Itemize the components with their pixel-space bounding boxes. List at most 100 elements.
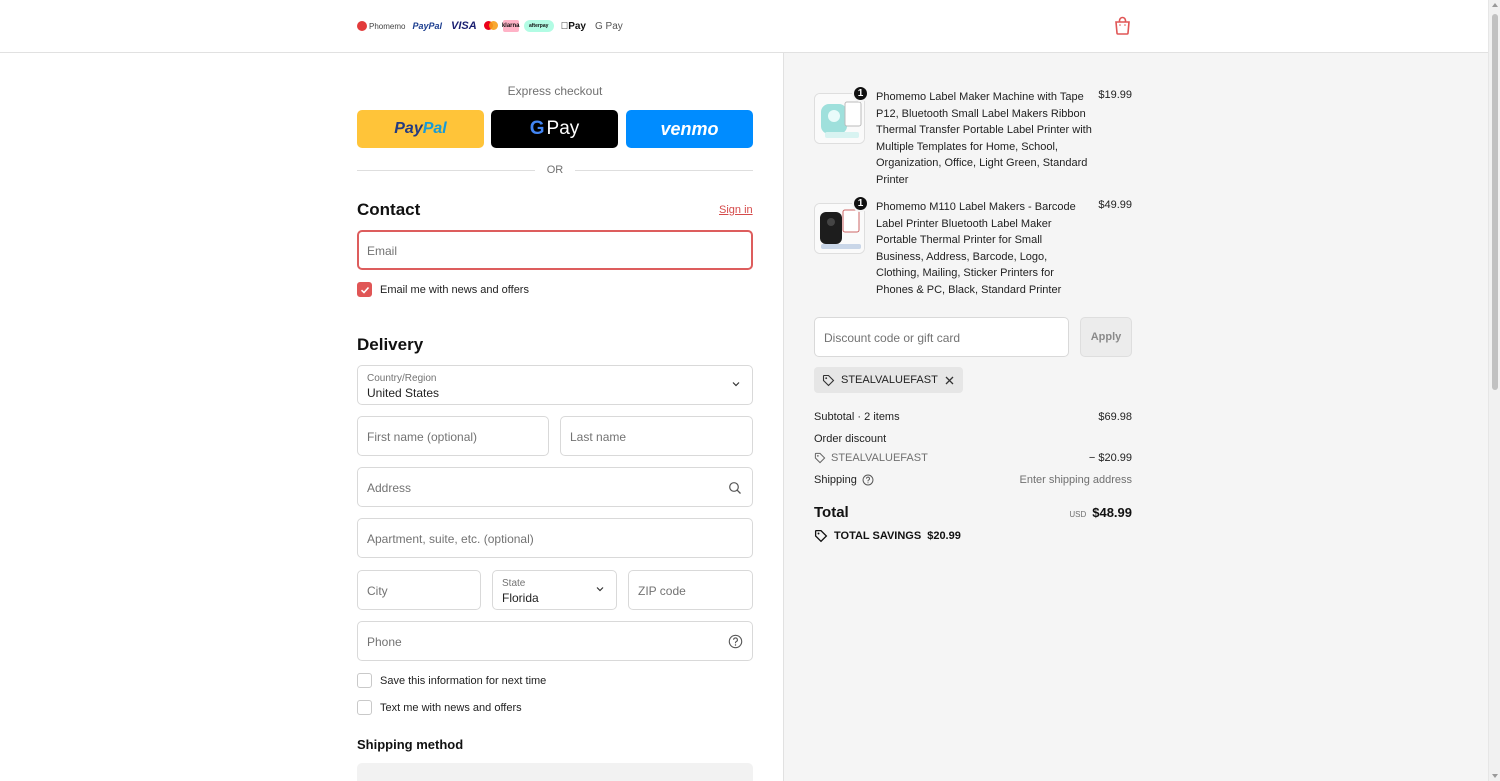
last-name-placeholder: Last name [570, 430, 627, 444]
site-header: Phomemo PayPal VISA klarna afterpay Pay… [0, 0, 1488, 53]
klarna-mark-icon: klarna [502, 20, 520, 32]
or-divider: OR [357, 163, 753, 177]
express-checkout-title: Express checkout [507, 84, 603, 98]
venmo-label: venmo [660, 118, 719, 139]
zip-field[interactable]: ZIP code [628, 570, 753, 610]
email-news-label: Email me with news and offers [380, 283, 529, 296]
shipping-row: Shipping Enter shipping address [814, 474, 1132, 486]
item-price: $49.99 [1098, 199, 1132, 211]
email-news-checkbox-row[interactable]: Email me with news and offers [357, 282, 529, 297]
divider-line [575, 169, 753, 171]
paypal-express-button[interactable]: Pay Pal [357, 110, 484, 148]
order-item: 1 Phomemo M110 Label Makers - Barcode La… [814, 195, 1132, 299]
email-field[interactable]: Email [357, 230, 753, 270]
state-value: Florida [502, 591, 539, 605]
store-logo-text: Phomemo [369, 21, 406, 31]
total-amount: USD $48.99 [1069, 505, 1132, 520]
order-discount-label: Order discount [814, 433, 887, 445]
country-value: United States [367, 386, 440, 400]
quantity-badge: 1 [852, 85, 869, 102]
paypal-pay-text: Pay [394, 120, 423, 137]
paypal-pal-text: Pal [422, 120, 447, 137]
address-placeholder: Address [367, 481, 412, 495]
paypal-mark-icon: PayPal [412, 21, 442, 31]
delivery-heading: Delivery [357, 335, 424, 354]
phone-placeholder: Phone [367, 635, 402, 649]
email-news-checkbox[interactable] [357, 282, 372, 297]
discount-code-label: STEALVALUEFAST [814, 452, 928, 464]
first-name-placeholder: First name (optional) [367, 430, 478, 444]
apartment-field[interactable]: Apartment, suite, etc. (optional) [357, 518, 753, 558]
phone-field[interactable]: Phone [357, 621, 753, 661]
help-circle-icon[interactable] [728, 634, 743, 649]
total-value: $48.99 [1092, 505, 1132, 520]
item-title: Phomemo M110 Label Makers - Barcode Labe… [876, 201, 1076, 296]
logo-mark-icon [357, 21, 367, 31]
sign-in-link[interactable]: Sign in [719, 204, 753, 216]
subtotal-value: $69.98 [1098, 411, 1132, 423]
item-title: Phomemo Label Maker Machine with Tape P1… [876, 91, 1092, 186]
scroll-down-icon[interactable] [1492, 774, 1498, 778]
discount-value: − $20.99 [1088, 452, 1132, 464]
help-circle-icon[interactable] [862, 474, 874, 486]
contact-heading: Contact [357, 200, 421, 219]
tag-icon [814, 529, 828, 543]
applied-code-text: STEALVALUEFAST [841, 374, 938, 386]
last-name-field[interactable]: Last name [560, 416, 753, 456]
or-label: OR [546, 164, 564, 176]
country-label: Country/Region [367, 373, 437, 384]
chevron-down-icon [732, 382, 740, 387]
zip-placeholder: ZIP code [638, 584, 686, 598]
order-item: 1 Phomemo Label Maker Machine with Tape … [814, 85, 1132, 189]
venmo-express-button[interactable]: venmo [626, 110, 753, 148]
first-name-field[interactable]: First name (optional) [357, 416, 549, 456]
total-savings: TOTAL SAVINGS $20.99 [814, 529, 961, 543]
total-label: Total [814, 504, 849, 521]
apply-discount-button[interactable]: Apply [1080, 317, 1132, 357]
text-me-label: Text me with news and offers [380, 701, 522, 714]
city-placeholder: City [367, 584, 388, 598]
apple-pay-mark-icon: Pay [559, 20, 588, 32]
scroll-up-icon[interactable] [1492, 3, 1498, 7]
google-pay-express-button[interactable]: G Pay [491, 110, 618, 148]
address-field[interactable]: Address [357, 467, 753, 507]
shopping-bag-icon[interactable] [1114, 16, 1131, 35]
apple-pay-text: Pay [560, 20, 586, 32]
currency-code: USD [1069, 510, 1087, 519]
discount-placeholder: Discount code or gift card [824, 331, 961, 345]
state-select[interactable]: State Florida [492, 570, 617, 610]
text-me-checkbox-row[interactable]: Text me with news and offers [357, 700, 522, 715]
apartment-placeholder: Apartment, suite, etc. (optional) [367, 532, 534, 546]
search-icon [729, 482, 741, 494]
mastercard-mark-icon [483, 20, 498, 32]
checkmark-icon [360, 286, 369, 294]
save-info-label: Save this information for next time [380, 674, 547, 687]
savings-value: $20.99 [927, 530, 961, 542]
google-g-icon: G [529, 118, 545, 139]
total-row: Total USD $48.99 [814, 504, 1132, 521]
discount-code-input[interactable]: Discount code or gift card [814, 317, 1069, 357]
discount-code-text: STEALVALUEFAST [831, 452, 928, 464]
email-placeholder: Email [367, 244, 398, 258]
city-field[interactable]: City [357, 570, 481, 610]
save-info-checkbox-row[interactable]: Save this information for next time [357, 673, 546, 688]
page-scrollbar[interactable] [1488, 0, 1500, 781]
save-info-checkbox[interactable] [357, 673, 372, 688]
shipping-value: Enter shipping address [1019, 474, 1132, 486]
savings-label: TOTAL SAVINGS [834, 530, 922, 542]
store-logo[interactable]: Phomemo [357, 21, 405, 31]
gpay-label: Pay [546, 118, 580, 139]
google-pay-mark-icon: G Pay [587, 20, 623, 32]
shipping-method-box [357, 763, 753, 781]
country-select[interactable]: Country/Region United States [357, 365, 753, 405]
afterpay-mark-icon: afterpay [523, 20, 554, 32]
tag-icon [814, 452, 826, 464]
scrollbar-thumb[interactable] [1492, 14, 1498, 390]
quantity-badge: 1 [852, 195, 869, 212]
remove-discount-icon[interactable] [944, 375, 955, 386]
shipping-label: Shipping [814, 474, 857, 486]
text-me-checkbox[interactable] [357, 700, 372, 715]
subtotal-label: Subtotal · 2 items [814, 411, 900, 423]
item-price: $19.99 [1098, 89, 1132, 101]
chevron-down-icon [596, 587, 604, 592]
